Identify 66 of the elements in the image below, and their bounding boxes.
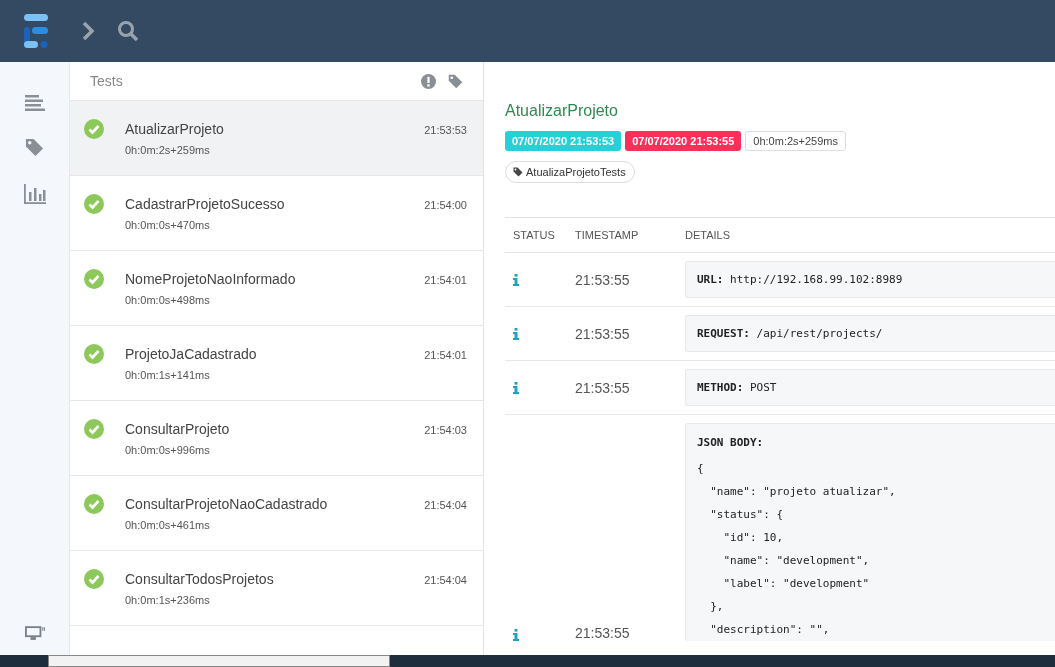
test-duration: 0h:0m:0s+470ms [125,219,210,231]
log-detail: REQUEST: /api/rest/projects/ [685,315,1055,352]
test-item[interactable]: NomeProjetoNaoInformado 21:54:01 0h:0m:0s+498ms [70,251,483,326]
check-circle-icon [84,419,104,439]
log-timestamp: 21:53:55 [575,325,630,342]
log-timestamp: 21:53:55 [575,625,630,641]
start-time-badge: 07/07/2020 21:53:53 [505,131,622,151]
info-icon [513,381,519,394]
end-time-badge: 07/07/2020 21:53:55 [625,131,742,151]
tag-icon[interactable] [448,73,463,89]
exclamation-icon[interactable] [421,73,436,89]
test-name: CadastrarProjetoSucesso [125,196,285,212]
check-circle-icon [84,269,104,289]
test-name: ConsultarProjetoNaoCadastrado [125,496,328,512]
search-icon[interactable] [117,20,139,42]
panel-title: Tests [90,73,124,89]
test-duration: 0h:0m:1s+236ms [125,594,210,606]
test-item[interactable]: ProjetoJaCadastrado 21:54:01 0h:0m:1s+141ms [70,326,483,401]
column-header: TIMESTAMP [575,229,640,241]
test-time: 21:54:03 [424,424,467,436]
test-time: 21:54:04 [424,499,467,511]
check-circle-icon [84,569,104,589]
test-item[interactable]: ConsultarTodosProjetos 21:54:04 0h:0m:1s+236ms [70,551,483,626]
test-item[interactable]: AtualizarProjeto 21:53:53 0h:0m:2s+259ms [70,101,483,176]
test-time: 21:54:00 [424,199,467,211]
test-duration: 0h:0m:0s+996ms [125,444,210,456]
tag-icon[interactable] [25,138,44,157]
column-header: DETAILS [685,229,732,241]
check-circle-icon [84,194,104,214]
chevron-right-icon[interactable] [81,21,95,41]
info-icon [513,273,519,286]
test-name: ConsultarTodosProjetos [125,571,274,587]
log-timestamp: 21:53:55 [575,271,630,288]
json-body: JSON BODY: { "name": "projeto atualizar", "status": { "id": 10, "name": "development", "label": "development" }, "description": "", [685,423,1055,641]
test-time: 21:54:04 [424,574,467,586]
test-item[interactable]: ConsultarProjetoNaoCadastrado 21:54:04 0h:0m:0s+461ms [70,476,483,551]
test-name: ProjetoJaCadastrado [125,346,257,362]
test-time: 21:54:01 [424,349,467,361]
info-icon [513,327,519,340]
test-name: AtualizarProjeto [125,121,224,137]
column-header: STATUS [512,229,556,241]
test-name: NomeProjetoNaoInformado [125,271,296,287]
check-circle-icon [84,344,104,364]
logo-icon [22,14,50,48]
check-circle-icon [84,494,104,514]
info-icon [513,629,519,641]
list-icon[interactable] [24,95,45,111]
test-item[interactable]: CadastrarProjetoSucesso 21:54:00 0h:0m:0s+470ms [70,176,483,251]
log-detail: METHOD: POST [685,369,1055,406]
check-circle-icon [84,119,104,139]
monitor-icon[interactable] [24,626,45,641]
taskbar-search-field[interactable] [48,655,390,667]
bar-chart-icon[interactable] [23,184,46,204]
test-time: 21:54:01 [424,274,467,286]
test-title: AtualizarProjeto [505,102,619,120]
tag-icon [513,167,523,177]
test-name: ConsultarProjeto [125,421,230,437]
duration-badge: 0h:0m:2s+259ms [745,131,846,151]
test-duration: 0h:0m:1s+141ms [125,369,210,381]
test-item[interactable]: ConsultarProjeto 21:54:03 0h:0m:0s+996ms [70,401,483,476]
log-timestamp: 21:53:55 [575,379,630,396]
log-detail: URL: http://192.168.99.102:8989 [685,261,1055,298]
test-time: 21:53:53 [424,124,467,136]
test-duration: 0h:0m:2s+259ms [125,144,210,156]
test-duration: 0h:0m:0s+461ms [125,519,210,531]
test-duration: 0h:0m:0s+498ms [125,294,210,306]
